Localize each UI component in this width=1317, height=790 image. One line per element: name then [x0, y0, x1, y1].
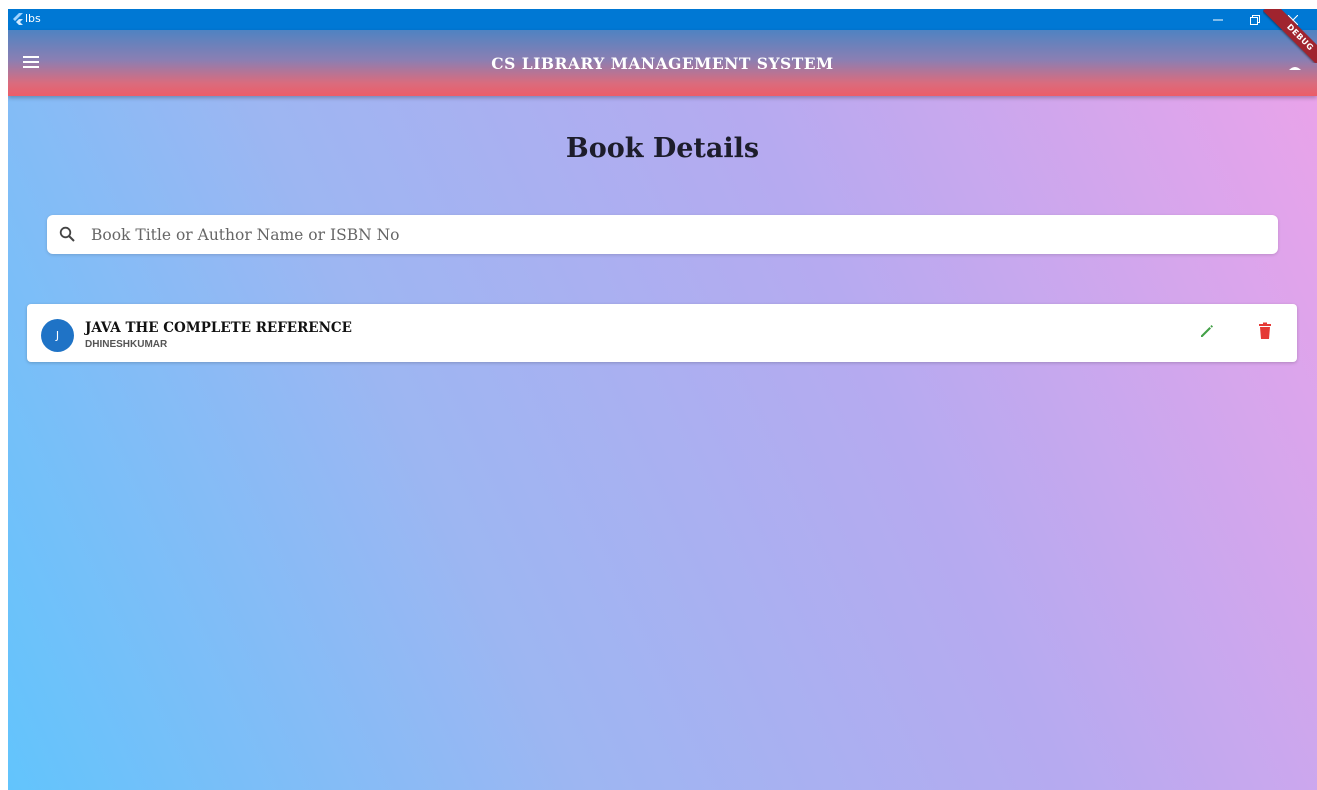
pencil-icon [1199, 323, 1215, 344]
book-author: DHINESHKUMAR [85, 339, 168, 350]
restore-button[interactable] [1237, 9, 1273, 30]
account-icon[interactable] [1288, 58, 1302, 72]
window-title-bar: lbs [8, 9, 1317, 30]
trash-icon [1258, 322, 1272, 345]
avatar: J [41, 319, 74, 352]
window-title: lbs [25, 12, 41, 25]
edit-book-button[interactable] [1194, 320, 1220, 346]
search-bar[interactable] [47, 215, 1278, 254]
page-title: Book Details [565, 133, 760, 164]
app-window: lbs CS LIBRARY MANAGEMENT SYSTEM DEBUG B… [8, 9, 1317, 790]
search-input[interactable] [91, 215, 1261, 254]
flutter-app-icon [11, 12, 25, 26]
delete-book-button[interactable] [1252, 320, 1278, 346]
book-title: JAVA THE COMPLETE REFERENCE [85, 320, 352, 336]
close-button[interactable] [1275, 9, 1311, 30]
app-bar-title: CS LIBRARY MANAGEMENT SYSTEM [491, 54, 834, 73]
minimize-button[interactable] [1200, 9, 1236, 30]
page-body: Book Details J JAVA THE COMPLETE REFEREN… [8, 96, 1317, 790]
search-icon [59, 226, 76, 243]
app-bar: CS LIBRARY MANAGEMENT SYSTEM [8, 30, 1317, 96]
book-list-item[interactable]: J JAVA THE COMPLETE REFERENCE DHINESHKUM… [27, 304, 1297, 362]
